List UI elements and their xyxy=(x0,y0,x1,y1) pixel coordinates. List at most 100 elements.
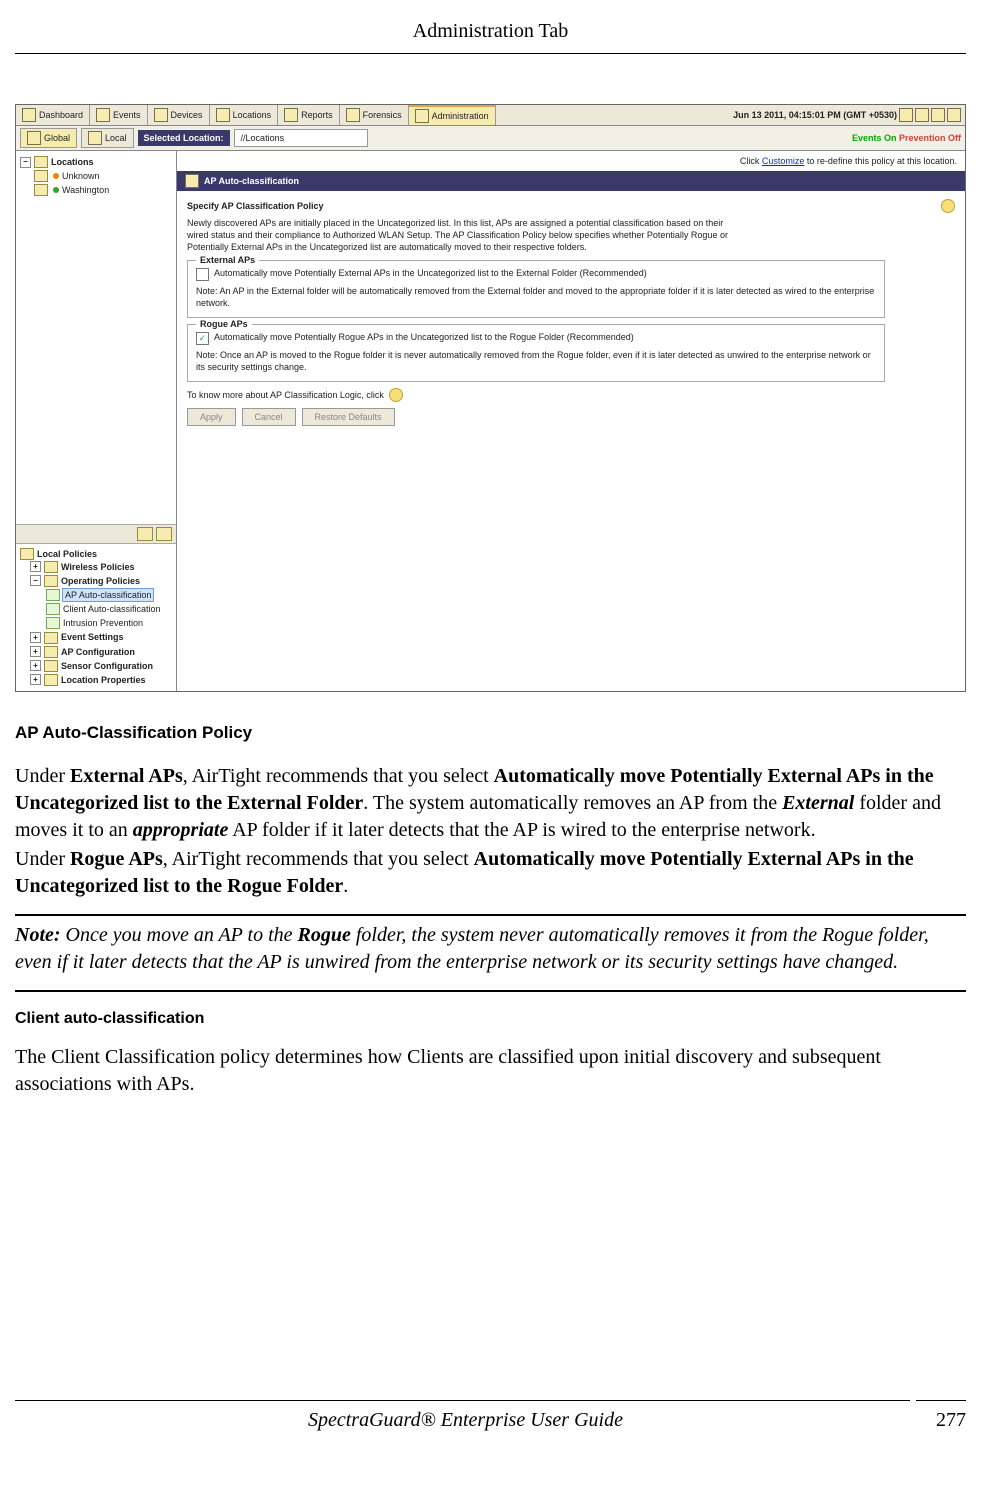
help-icon[interactable] xyxy=(915,108,929,122)
events-icon xyxy=(96,108,110,122)
cancel-button[interactable]: Cancel xyxy=(242,408,296,426)
node-intrusion-prevention[interactable]: Intrusion Prevention xyxy=(20,616,172,630)
rogue-aps-checkbox[interactable]: ✓ xyxy=(196,332,209,345)
panel-heading: Specify AP Classification Policy xyxy=(187,199,955,213)
rule xyxy=(15,990,966,992)
node-client-auto-classification[interactable]: Client Auto-classification xyxy=(20,602,172,616)
selected-location-path[interactable]: //Locations xyxy=(234,129,368,147)
rogue-aps-legend: Rogue APs xyxy=(196,318,252,330)
folder-icon xyxy=(44,660,58,672)
rogue-aps-note: Note: Once an AP is moved to the Rogue f… xyxy=(196,349,876,373)
node-operating-policies[interactable]: −Operating Policies xyxy=(20,574,172,588)
tree-root[interactable]: −Locations xyxy=(20,155,172,169)
selected-location-label: Selected Location: xyxy=(138,130,230,146)
rogue-aps-fieldset: Rogue APs ✓ Automatically move Potential… xyxy=(187,324,885,382)
tab-administration[interactable]: Administration xyxy=(409,105,496,125)
app-screenshot: Dashboard Events Devices Locations Repor… xyxy=(15,104,966,692)
folder-icon xyxy=(34,184,48,196)
refresh-icon[interactable] xyxy=(899,108,913,122)
section-heading-client-auto: Client auto-classification xyxy=(15,1008,966,1030)
globe-icon xyxy=(27,131,41,145)
folder-icon xyxy=(34,156,48,168)
body-text: Under Rogue APs, AirTight recommends tha… xyxy=(15,846,966,900)
clock: Jun 13 2011, 04:15:01 PM (GMT +0530) xyxy=(729,105,965,125)
node-location-properties[interactable]: +Location Properties xyxy=(20,673,172,687)
rogue-aps-checkbox-label: Automatically move Potentially Rogue APs… xyxy=(214,331,634,343)
tab-events[interactable]: Events xyxy=(90,105,148,125)
tab-dashboard[interactable]: Dashboard xyxy=(16,105,90,125)
node-wireless-policies[interactable]: +Wireless Policies xyxy=(20,560,172,574)
events-status: Events On Prevention Off xyxy=(852,132,961,144)
info-bulb-icon[interactable] xyxy=(389,388,403,402)
folder-icon xyxy=(20,548,34,560)
forensics-icon xyxy=(346,108,360,122)
status-dot-icon xyxy=(53,173,59,179)
local-icon xyxy=(88,131,102,145)
expand-icon[interactable]: + xyxy=(30,674,41,685)
folder-icon xyxy=(34,170,48,182)
devices-icon xyxy=(154,108,168,122)
administration-icon xyxy=(415,109,429,123)
external-aps-note: Note: An AP in the External folder will … xyxy=(196,285,876,309)
folder-icon xyxy=(44,646,58,658)
reports-icon xyxy=(284,108,298,122)
collapse-icon[interactable]: − xyxy=(20,157,31,168)
expand-icon[interactable]: + xyxy=(30,660,41,671)
status-dot-icon xyxy=(53,187,59,193)
tree-toolbar xyxy=(16,525,176,544)
logout-icon[interactable] xyxy=(947,108,961,122)
tab-reports[interactable]: Reports xyxy=(278,105,340,125)
global-button[interactable]: Global xyxy=(20,128,77,148)
panel-description: Newly discovered APs are initially place… xyxy=(187,217,747,253)
location-tree[interactable]: −Locations Unknown Washington xyxy=(16,151,176,525)
tool-icon[interactable] xyxy=(156,527,172,541)
location-bar: Global Local Selected Location: //Locati… xyxy=(16,126,965,151)
tab-forensics[interactable]: Forensics xyxy=(340,105,409,125)
folder-icon xyxy=(44,561,58,573)
leaf-icon xyxy=(46,617,60,629)
main-tabs: Dashboard Events Devices Locations Repor… xyxy=(16,105,965,126)
header-rule xyxy=(15,53,966,54)
page-header: Administration Tab xyxy=(0,0,981,51)
expand-icon[interactable]: + xyxy=(30,646,41,657)
window-icon[interactable] xyxy=(931,108,945,122)
restore-defaults-button[interactable]: Restore Defaults xyxy=(302,408,395,426)
folder-icon xyxy=(44,632,58,644)
tree-item-washington[interactable]: Washington xyxy=(20,183,172,197)
folder-icon xyxy=(44,674,58,686)
know-more-row: To know more about AP Classification Log… xyxy=(187,388,955,402)
policy-tree-header: Local Policies xyxy=(20,548,172,560)
panel-buttons: Apply Cancel Restore Defaults xyxy=(187,408,955,426)
external-aps-checkbox-label: Automatically move Potentially External … xyxy=(214,267,647,279)
tool-icon[interactable] xyxy=(137,527,153,541)
page-footer: SpectraGuard® Enterprise User Guide 277 xyxy=(0,1401,981,1454)
panel-icon xyxy=(185,174,199,188)
local-button[interactable]: Local xyxy=(81,128,134,148)
node-ap-auto-classification[interactable]: AP Auto-classification xyxy=(20,588,172,602)
node-sensor-configuration[interactable]: +Sensor Configuration xyxy=(20,659,172,673)
locations-icon xyxy=(216,108,230,122)
rule xyxy=(15,914,966,916)
note-block: Note: Once you move an AP to the Rogue f… xyxy=(15,922,966,976)
page-number: 277 xyxy=(936,1407,966,1434)
collapse-icon[interactable]: − xyxy=(30,575,41,586)
apply-button[interactable]: Apply xyxy=(187,408,236,426)
external-aps-checkbox[interactable] xyxy=(196,268,209,281)
tree-item-unknown[interactable]: Unknown xyxy=(20,169,172,183)
dashboard-icon xyxy=(22,108,36,122)
tab-devices[interactable]: Devices xyxy=(148,105,210,125)
customize-link[interactable]: Customize xyxy=(762,156,805,166)
bulb-icon[interactable] xyxy=(941,199,955,213)
panel-body: Specify AP Classification Policy Newly d… xyxy=(177,191,965,434)
expand-icon[interactable]: + xyxy=(30,561,41,572)
leaf-icon xyxy=(46,603,60,615)
node-event-settings[interactable]: +Event Settings xyxy=(20,630,172,644)
tab-locations[interactable]: Locations xyxy=(210,105,279,125)
external-aps-legend: External APs xyxy=(196,254,259,266)
expand-icon[interactable]: + xyxy=(30,632,41,643)
leaf-icon xyxy=(46,589,60,601)
node-ap-configuration[interactable]: +AP Configuration xyxy=(20,645,172,659)
panel-title: AP Auto-classification xyxy=(177,171,965,191)
policy-tree[interactable]: Local Policies +Wireless Policies −Opera… xyxy=(16,544,176,691)
external-aps-fieldset: External APs Automatically move Potentia… xyxy=(187,260,885,318)
